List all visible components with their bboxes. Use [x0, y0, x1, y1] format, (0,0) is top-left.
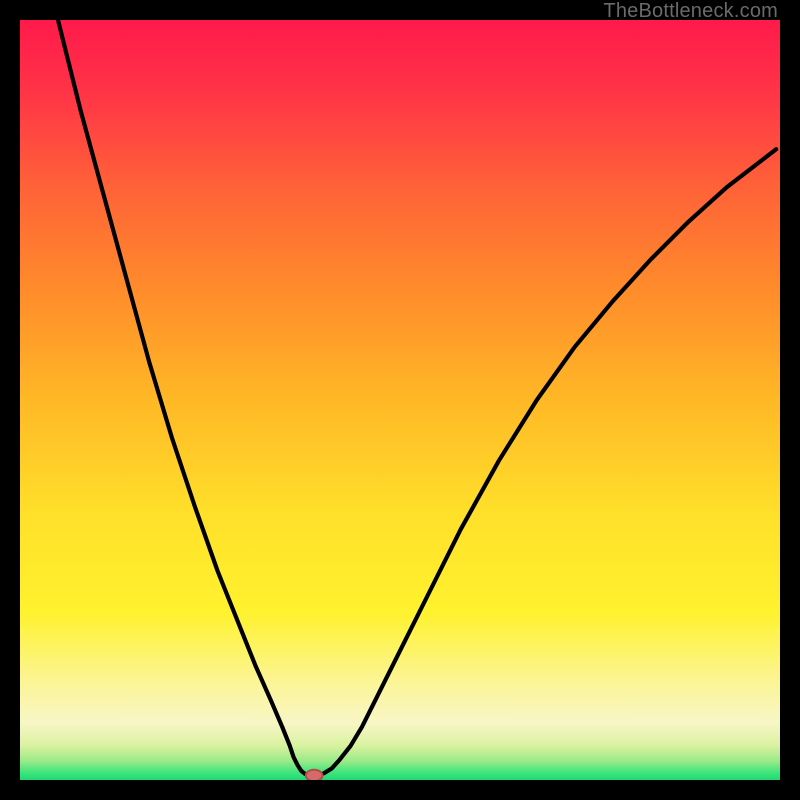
plot-frame [20, 20, 780, 780]
watermark-text: TheBottleneck.com [603, 0, 778, 23]
bottleneck-curve [20, 20, 780, 780]
minimum-marker [306, 770, 323, 780]
